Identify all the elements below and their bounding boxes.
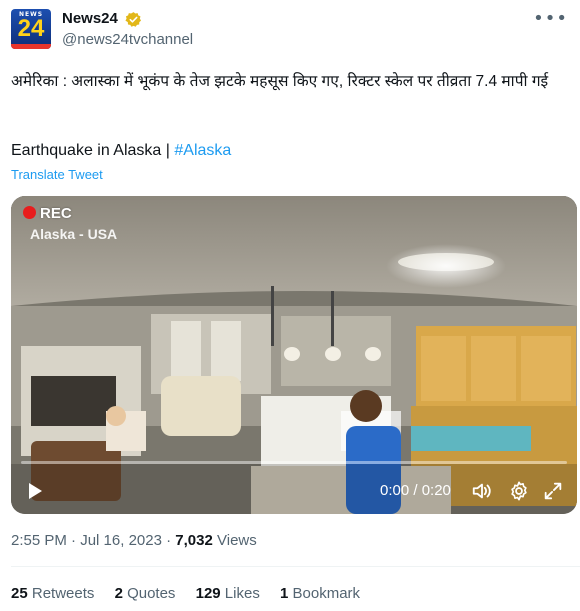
- video-progress-bar[interactable]: [21, 461, 567, 464]
- video-frame-image: [11, 196, 577, 514]
- volume-icon[interactable]: [471, 480, 493, 502]
- stat-label: Likes: [220, 585, 260, 602]
- more-icon[interactable]: •••: [533, 8, 568, 29]
- rec-dot-icon: [23, 206, 36, 219]
- views-label: Views: [212, 532, 257, 549]
- tweet-text: अमेरिका : अलास्का में भूकंप के तेज झटके …: [11, 73, 549, 90]
- engagement-stats: 25 Retweets 2 Quotes 129 Likes 1 Bookmar…: [11, 585, 376, 602]
- tweet-english-text: Earthquake in Alaska |: [11, 142, 175, 159]
- stat-label: Retweets: [27, 585, 95, 602]
- views-count: 7,032: [175, 532, 213, 549]
- handle[interactable]: @news24tvchannel: [62, 31, 193, 48]
- stat-likes[interactable]: 129 Likes: [196, 585, 260, 602]
- verified-badge-icon: [125, 12, 142, 27]
- tweet-date[interactable]: Jul 16, 2023: [80, 532, 162, 549]
- translate-tweet-link[interactable]: Translate Tweet: [11, 167, 103, 182]
- avatar-text-big: 24: [17, 15, 45, 42]
- hashtag-link[interactable]: #Alaska: [174, 142, 231, 159]
- stat-bookmarks[interactable]: 1 Bookmark: [280, 585, 360, 602]
- video-time: 0:00 / 0:20: [380, 482, 451, 499]
- stat-count: 25: [11, 585, 28, 602]
- stat-count: 2: [114, 585, 123, 602]
- avatar[interactable]: NEWS 24: [11, 9, 51, 49]
- rec-label: REC: [40, 205, 72, 222]
- stat-count: 129: [195, 585, 221, 602]
- divider: [11, 566, 580, 567]
- stat-label: Bookmark: [288, 585, 361, 602]
- fullscreen-icon[interactable]: [542, 480, 564, 502]
- tweet-text-english: Earthquake in Alaska | #Alaska: [11, 142, 231, 160]
- stat-label: Quotes: [122, 585, 176, 602]
- play-icon[interactable]: [25, 481, 45, 501]
- stat-quotes[interactable]: 2 Quotes: [115, 585, 176, 602]
- avatar-stripe: [11, 44, 51, 49]
- tweet-time[interactable]: 2:55 PM: [11, 532, 67, 549]
- tweet-meta: 2:55 PM · Jul 16, 2023 · 7,032 Views: [11, 532, 257, 549]
- location-overlay: Alaska - USA: [30, 226, 118, 242]
- meta-separator-2: ·: [161, 532, 176, 549]
- stat-retweets[interactable]: 25 Retweets: [11, 585, 94, 602]
- display-name[interactable]: News24: [62, 10, 118, 27]
- meta-separator: ·: [66, 532, 81, 549]
- rec-indicator: REC: [23, 205, 72, 222]
- video-player[interactable]: REC Alaska - USA 0:00 / 0:20: [11, 196, 577, 514]
- settings-icon[interactable]: [508, 480, 530, 502]
